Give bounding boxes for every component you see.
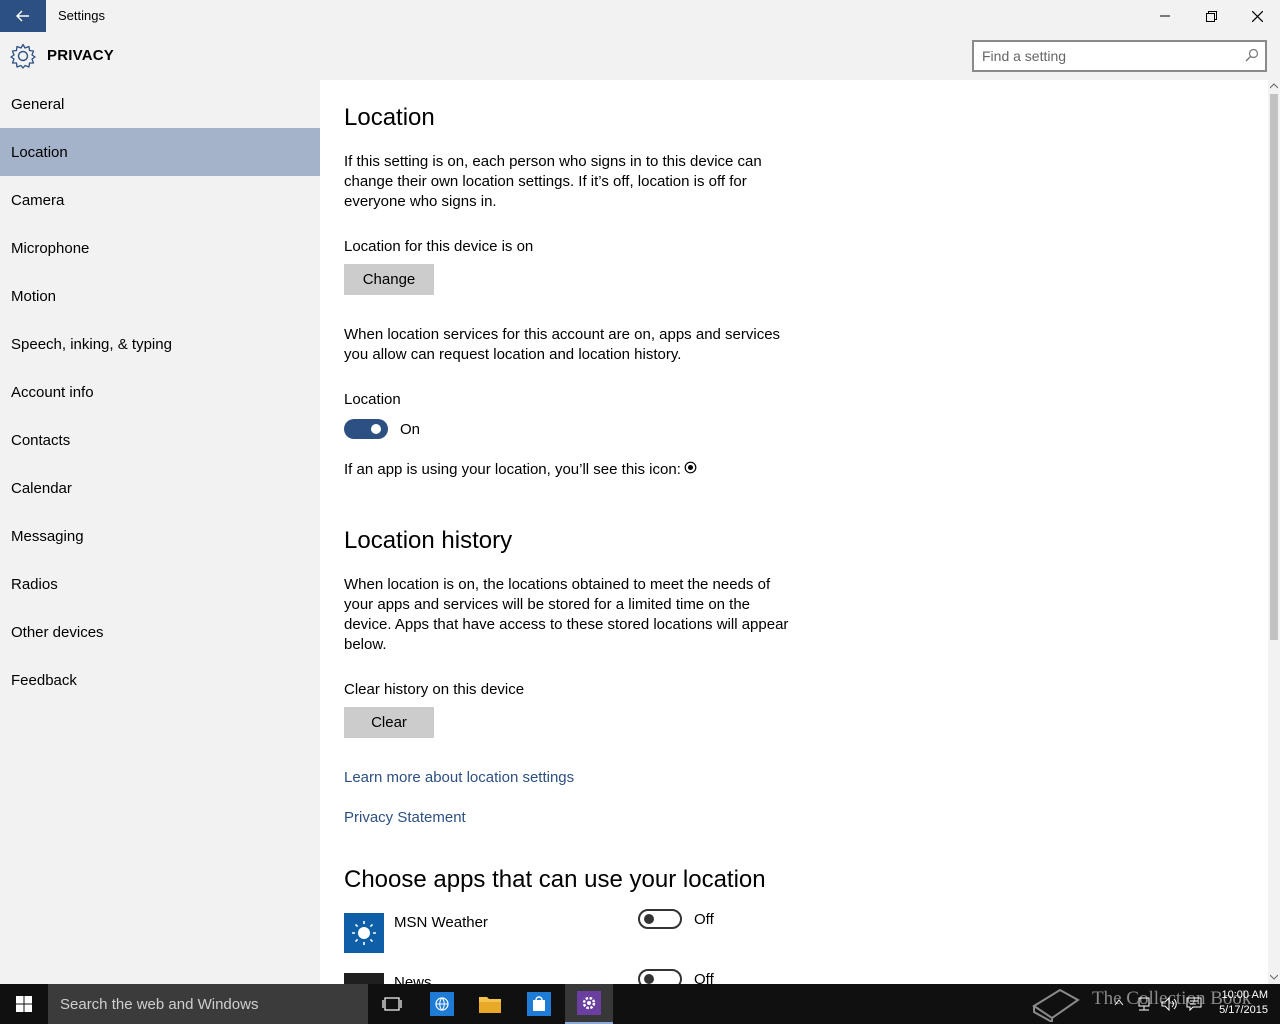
file-explorer-taskbar-button[interactable] (466, 984, 514, 1024)
toggle-knob (644, 974, 654, 984)
msn-weather-location-toggle[interactable] (638, 909, 682, 929)
toggle-knob (371, 424, 381, 434)
store-bag-icon (527, 992, 551, 1016)
sidebar-item-location[interactable]: Location (0, 128, 320, 176)
scrollbar-thumb[interactable] (1270, 94, 1278, 640)
main-content: Location If this setting is on, each per… (320, 80, 1268, 984)
sidebar-item-feedback[interactable]: Feedback (0, 656, 320, 704)
back-arrow-icon (16, 10, 29, 22)
restore-button[interactable] (1188, 0, 1234, 32)
location-intro-text: If this setting is on, each person who s… (344, 153, 762, 210)
toggle-knob (644, 914, 654, 924)
location-services-text: When location services for this account … (344, 326, 781, 363)
settings-search[interactable] (972, 40, 1267, 72)
network-icon[interactable] (1136, 996, 1152, 1012)
sidebar: General Location Camera Microphone Motio… (0, 80, 320, 984)
settings-taskbar-button[interactable] (565, 984, 613, 1024)
minimize-icon (1160, 15, 1170, 17)
task-view-icon (382, 997, 402, 1011)
change-button[interactable]: Change (344, 264, 434, 295)
sidebar-item-general[interactable]: General (0, 80, 320, 128)
location-in-use-icon (684, 461, 697, 479)
show-hidden-icons-icon[interactable] (1114, 998, 1124, 1006)
location-history-heading: Location history (344, 527, 513, 554)
location-history-text: When location is on, the locations obtai… (344, 576, 789, 653)
location-icon-note: If an app is using your location, you’ll… (344, 461, 681, 478)
choose-apps-heading: Choose apps that can use your location (344, 866, 766, 893)
location-heading: Location (344, 104, 435, 131)
news-location-toggle[interactable] (638, 969, 682, 984)
taskbar-clock[interactable]: 10:00 AM 5/17/2015 (1219, 988, 1268, 1018)
task-view-button[interactable] (368, 984, 416, 1024)
sidebar-item-microphone[interactable]: Microphone (0, 224, 320, 272)
title-bar: Settings (0, 0, 1280, 32)
browser-taskbar-button[interactable] (418, 984, 466, 1024)
search-input[interactable] (982, 46, 1232, 66)
location-toggle[interactable] (344, 419, 388, 439)
privacy-statement-link[interactable]: Privacy Statement (344, 809, 466, 826)
sidebar-item-calendar[interactable]: Calendar (0, 464, 320, 512)
close-button[interactable] (1234, 0, 1280, 32)
app-name-news: News (394, 974, 432, 984)
app-name-msn-weather: MSN Weather (394, 914, 488, 931)
clock-date: 5/17/2015 (1219, 1004, 1268, 1016)
msn-weather-toggle-state: Off (694, 911, 714, 928)
settings-gear-icon (577, 991, 601, 1015)
sidebar-item-contacts[interactable]: Contacts (0, 416, 320, 464)
close-icon (1251, 10, 1263, 22)
sidebar-item-speech[interactable]: Speech, inking, & typing (0, 320, 320, 368)
main-scrollbar[interactable] (1268, 80, 1280, 984)
taskbar-search-placeholder: Search the web and Windows (60, 996, 259, 1013)
sun-icon (352, 921, 376, 945)
start-button[interactable] (0, 984, 48, 1024)
sidebar-item-motion[interactable]: Motion (0, 272, 320, 320)
gear-icon (10, 43, 36, 74)
sidebar-item-camera[interactable]: Camera (0, 176, 320, 224)
clear-history-label: Clear history on this device (344, 681, 525, 698)
search-icon[interactable] (1245, 48, 1259, 67)
store-taskbar-button[interactable] (515, 984, 563, 1024)
location-toggle-state: On (400, 421, 421, 438)
msn-weather-app-icon (344, 913, 384, 953)
window-title: Settings (58, 8, 105, 23)
minimize-button[interactable] (1142, 0, 1188, 32)
windows-logo-icon (16, 996, 32, 1012)
news-toggle-state: Off (694, 971, 714, 984)
action-center-icon[interactable] (1186, 996, 1202, 1012)
news-app-icon (344, 973, 384, 984)
sidebar-item-other-devices[interactable]: Other devices (0, 608, 320, 656)
clear-button[interactable]: Clear (344, 707, 434, 738)
book-watermark-icon (1032, 988, 1080, 1022)
sidebar-item-messaging[interactable]: Messaging (0, 512, 320, 560)
sidebar-item-radios[interactable]: Radios (0, 560, 320, 608)
sidebar-item-account-info[interactable]: Account info (0, 368, 320, 416)
restore-icon (1205, 10, 1217, 22)
learn-more-link[interactable]: Learn more about location settings (344, 769, 574, 786)
device-location-status: Location for this device is on (344, 238, 534, 255)
clock-time: 10:00 AM (1221, 989, 1268, 1001)
location-toggle-label: Location (344, 391, 401, 408)
taskbar: Search the web and Windows The Collectio… (0, 984, 1280, 1024)
page-title: PRIVACY (47, 47, 114, 64)
globe-icon (430, 992, 454, 1016)
volume-icon[interactable] (1160, 996, 1178, 1012)
back-button[interactable] (0, 0, 46, 32)
taskbar-search-box[interactable]: Search the web and Windows (48, 984, 368, 1024)
page-header: PRIVACY (0, 32, 1280, 80)
folder-icon (479, 997, 501, 1013)
scroll-up-icon[interactable] (1270, 83, 1278, 89)
scroll-down-icon[interactable] (1270, 974, 1278, 980)
